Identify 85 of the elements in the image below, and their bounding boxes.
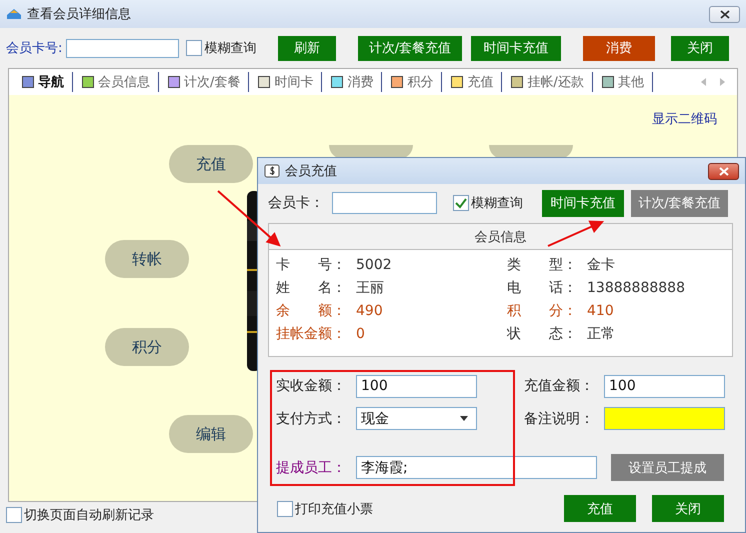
scroll-right-icon[interactable] bbox=[719, 78, 725, 86]
tab-label: 消费 bbox=[347, 74, 374, 91]
received-field[interactable]: 100 bbox=[356, 374, 477, 398]
auto-refresh-label: 切换页面自动刷新记录 bbox=[24, 507, 154, 524]
info-value: 0 bbox=[356, 325, 366, 343]
dialog-action-button[interactable]: 关闭 bbox=[652, 495, 724, 522]
recharge-amount-label: 充值金额： bbox=[524, 377, 595, 395]
money-icon bbox=[264, 164, 280, 178]
info-value: 410 bbox=[587, 302, 615, 320]
tab[interactable]: 积分 bbox=[388, 72, 442, 92]
window-title: 查看会员详细信息 bbox=[27, 6, 131, 23]
set-commission-button[interactable]: 设置员工提成 bbox=[611, 454, 724, 481]
tab[interactable]: 会员信息 bbox=[79, 72, 159, 92]
card-field[interactable] bbox=[332, 192, 437, 214]
note-label: 备注说明： bbox=[524, 410, 595, 428]
toolbar-button[interactable]: 关闭 bbox=[671, 36, 729, 60]
info-label: 状 态： bbox=[507, 325, 578, 343]
note-field[interactable] bbox=[604, 407, 725, 430]
info-label: 积 分： bbox=[507, 302, 578, 320]
tab[interactable]: 导航 bbox=[19, 72, 73, 92]
print-receipt-label: 打印充值小票 bbox=[295, 500, 373, 518]
print-receipt-checkbox[interactable] bbox=[277, 500, 293, 516]
staff-label: 提成员工： bbox=[276, 458, 347, 476]
tab[interactable]: 时间卡 bbox=[255, 72, 322, 92]
panel-header: 会员信息 bbox=[269, 224, 732, 250]
info-label: 类 型： bbox=[507, 256, 578, 274]
nav-bubble[interactable]: 充值 bbox=[169, 145, 253, 183]
card-label: 会员卡： bbox=[268, 194, 324, 212]
info-value: 5002 bbox=[356, 256, 393, 274]
close-button[interactable] bbox=[708, 162, 739, 180]
recharge-amount-field[interactable]: 100 bbox=[604, 374, 725, 398]
fuzzy-label: 模糊查询 bbox=[471, 195, 523, 212]
tab-label: 会员信息 bbox=[98, 74, 150, 91]
tab-label: 计次/套餐 bbox=[184, 74, 240, 91]
info-value: 正常 bbox=[587, 325, 616, 343]
annotation-arrow bbox=[547, 220, 603, 247]
tab-label: 其他 bbox=[618, 74, 644, 91]
card-number-field[interactable] bbox=[66, 38, 180, 58]
toolbar-button[interactable]: 计次/套餐充值 bbox=[358, 36, 462, 60]
annotation-arrow bbox=[217, 190, 280, 246]
close-icon bbox=[718, 166, 728, 176]
toolbar-button[interactable]: 刷新 bbox=[278, 36, 336, 60]
info-label: 卡 号： bbox=[276, 256, 347, 274]
fuzzy-checkbox[interactable] bbox=[186, 40, 202, 56]
received-label: 实收金额： bbox=[276, 377, 347, 395]
tab-label: 导航 bbox=[38, 74, 64, 91]
show-qr-link[interactable]: 显示二维码 bbox=[652, 110, 717, 128]
recharge-type-button[interactable]: 时间卡充值 bbox=[542, 190, 624, 216]
payment-label: 支付方式： bbox=[276, 410, 347, 428]
dialog-title: 会员充值 bbox=[285, 163, 337, 180]
app-icon bbox=[6, 6, 22, 22]
info-value: 490 bbox=[356, 302, 384, 320]
close-button[interactable] bbox=[709, 6, 740, 22]
recharge-type-button[interactable]: 计次/套餐充值 bbox=[631, 190, 728, 216]
info-label: 余 额： bbox=[276, 302, 347, 320]
nav-bubble[interactable]: 编辑 bbox=[169, 415, 253, 453]
tab[interactable]: 计次/套餐 bbox=[165, 72, 250, 92]
auto-refresh-checkbox[interactable] bbox=[6, 507, 22, 523]
info-label: 电 话： bbox=[507, 279, 578, 297]
staff-field[interactable]: 李海霞; bbox=[356, 456, 597, 479]
fuzzy-checkbox[interactable] bbox=[453, 195, 469, 211]
card-number-label: 会员卡号: bbox=[6, 40, 62, 57]
tab-label: 挂帐/还款 bbox=[527, 74, 584, 91]
fuzzy-label: 模糊查询 bbox=[204, 40, 256, 57]
payment-dropdown[interactable]: 现金 bbox=[356, 407, 477, 430]
tab[interactable]: 挂帐/还款 bbox=[508, 72, 593, 92]
dropdown-caret-icon bbox=[460, 416, 468, 421]
toolbar-button[interactable]: 消费 bbox=[583, 36, 655, 60]
close-icon bbox=[720, 10, 730, 18]
info-value: 13888888888 bbox=[587, 279, 686, 297]
nav-bubble[interactable]: 积分 bbox=[105, 328, 189, 366]
info-value: 金卡 bbox=[587, 256, 616, 274]
tab[interactable]: 其他 bbox=[598, 72, 653, 92]
tab-label: 积分 bbox=[407, 74, 434, 91]
tab[interactable]: 消费 bbox=[328, 72, 382, 92]
info-label: 姓 名： bbox=[276, 279, 347, 297]
nav-bubble[interactable]: 转帐 bbox=[105, 240, 189, 278]
info-label: 挂帐金额： bbox=[276, 325, 347, 343]
dialog-action-button[interactable]: 充值 bbox=[564, 495, 636, 522]
scroll-left-icon[interactable] bbox=[701, 78, 707, 86]
tab-label: 充值 bbox=[467, 74, 494, 91]
tab[interactable]: 充值 bbox=[448, 72, 502, 92]
tab-label: 时间卡 bbox=[274, 74, 314, 91]
toolbar-button[interactable]: 时间卡充值 bbox=[471, 36, 561, 60]
info-value: 王丽 bbox=[356, 279, 385, 297]
